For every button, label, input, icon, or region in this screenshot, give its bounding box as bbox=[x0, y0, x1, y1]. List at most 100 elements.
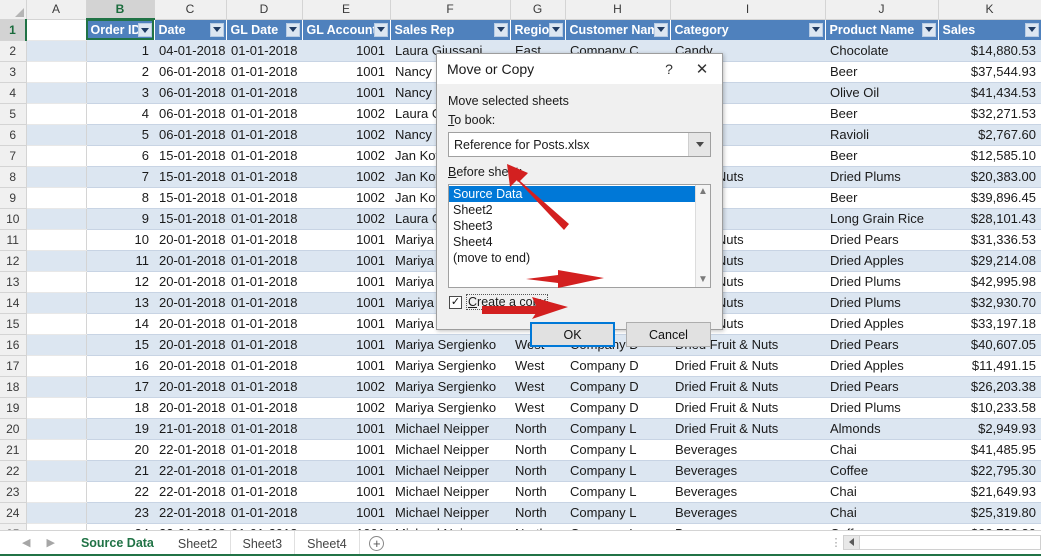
cell-sales[interactable]: $28,101.43 bbox=[938, 208, 1041, 230]
cell-sales[interactable]: $42,995.98 bbox=[938, 271, 1041, 293]
cancel-button[interactable]: Cancel bbox=[626, 322, 711, 347]
cell-date[interactable]: 22-01-2018 bbox=[154, 481, 226, 503]
cell-product[interactable]: Dried Plums bbox=[825, 292, 938, 314]
cell-gl_date[interactable]: 01-01-2018 bbox=[226, 250, 302, 272]
cell-sales[interactable]: $41,434.53 bbox=[938, 82, 1041, 104]
cell-date[interactable]: 20-01-2018 bbox=[154, 271, 226, 293]
cell-category[interactable]: Dried Fruit & Nuts bbox=[670, 397, 825, 419]
cell-date[interactable]: 20-01-2018 bbox=[154, 355, 226, 377]
cell-date[interactable]: 06-01-2018 bbox=[154, 103, 226, 125]
column-header-i[interactable]: I bbox=[670, 0, 826, 20]
cell-sales[interactable]: $25,319.80 bbox=[938, 502, 1041, 524]
row-header-4[interactable]: 4 bbox=[0, 82, 27, 104]
filter-dropdown-icon[interactable] bbox=[285, 22, 300, 37]
filter-dropdown-icon[interactable] bbox=[373, 22, 388, 37]
cell-gl_account[interactable]: 1001 bbox=[302, 355, 390, 377]
ok-button[interactable]: OK bbox=[530, 322, 615, 347]
column-filter-header-sales[interactable]: Sales bbox=[938, 19, 1041, 40]
cell-gl_date[interactable]: 01-01-2018 bbox=[226, 523, 302, 530]
cell-sales[interactable]: $20,383.00 bbox=[938, 166, 1041, 188]
cell-order_id[interactable]: 11 bbox=[86, 250, 154, 272]
cell-sales_rep[interactable]: Michael Neipper bbox=[390, 502, 510, 524]
cell-sales[interactable]: $41,485.95 bbox=[938, 439, 1041, 461]
cell-order_id[interactable]: 10 bbox=[86, 229, 154, 251]
cell-date[interactable]: 21-01-2018 bbox=[154, 418, 226, 440]
table-row[interactable]: 19 18 20-01-2018 01-01-2018 1002 Mariya Sergi… bbox=[0, 397, 1041, 419]
cell-sales[interactable]: $31,336.53 bbox=[938, 229, 1041, 251]
cell-date[interactable]: 20-01-2018 bbox=[154, 229, 226, 251]
cell-sales[interactable]: $2,767.60 bbox=[938, 124, 1041, 146]
sheet-list-item[interactable]: Source Data bbox=[449, 186, 695, 202]
table-row[interactable]: 20 19 21-01-2018 01-01-2018 1001 Michael Neip… bbox=[0, 418, 1041, 440]
cell-order_id[interactable]: 15 bbox=[86, 334, 154, 356]
sheet-tabs[interactable]: Source Data Sheet2 Sheet3 Sheet4 bbox=[68, 531, 360, 556]
cell-date[interactable]: 15-01-2018 bbox=[154, 208, 226, 230]
cell-sales[interactable]: $22,795.30 bbox=[938, 460, 1041, 482]
filter-dropdown-icon[interactable] bbox=[493, 22, 508, 37]
cell-gl_date[interactable]: 01-01-2018 bbox=[226, 313, 302, 335]
cell-gl_date[interactable]: 01-01-2018 bbox=[226, 292, 302, 314]
cell-product[interactable]: Beer bbox=[825, 187, 938, 209]
cell-a24[interactable] bbox=[26, 502, 87, 524]
cell-product[interactable]: Dried Plums bbox=[825, 271, 938, 293]
chevron-down-icon[interactable] bbox=[688, 133, 710, 156]
cell-order_id[interactable]: 14 bbox=[86, 313, 154, 335]
sheet-list-item[interactable]: Sheet2 bbox=[449, 202, 695, 218]
column-filter-header-gl-date[interactable]: GL Date bbox=[226, 19, 303, 40]
cell-product[interactable]: Almonds bbox=[825, 418, 938, 440]
row-header-25[interactable]: 25 bbox=[0, 523, 27, 530]
cell-gl_account[interactable]: 1002 bbox=[302, 208, 390, 230]
dialog-titlebar[interactable]: Move or Copy ? ✕ bbox=[437, 54, 722, 84]
row-header-7[interactable]: 7 bbox=[0, 145, 27, 167]
column-filter-header-category[interactable]: Category bbox=[670, 19, 826, 40]
sheet-tab-sheet2[interactable]: Sheet2 bbox=[165, 531, 231, 556]
cell-order_id[interactable]: 18 bbox=[86, 397, 154, 419]
cell-customer[interactable]: Company L bbox=[565, 439, 670, 461]
cell-region[interactable]: North bbox=[510, 523, 565, 530]
cell-sales[interactable]: $11,491.15 bbox=[938, 355, 1041, 377]
cell-gl_account[interactable]: 1001 bbox=[302, 292, 390, 314]
cell-product[interactable]: Coffee bbox=[825, 460, 938, 482]
row-header-14[interactable]: 14 bbox=[0, 292, 27, 314]
nav-next-icon[interactable]: ▶ bbox=[46, 538, 54, 549]
tab-nav-arrows[interactable]: ◀ ▶ bbox=[0, 531, 69, 556]
cell-date[interactable]: 20-01-2018 bbox=[154, 334, 226, 356]
row-header-19[interactable]: 19 bbox=[0, 397, 27, 419]
cell-customer[interactable]: Company L bbox=[565, 523, 670, 530]
row-header-15[interactable]: 15 bbox=[0, 313, 27, 335]
cell-a9[interactable] bbox=[26, 187, 87, 209]
column-filter-header-product-name[interactable]: Product Name bbox=[825, 19, 939, 40]
cell-gl_date[interactable]: 01-01-2018 bbox=[226, 355, 302, 377]
create-a-copy-row[interactable]: ✓ Create a copy bbox=[449, 294, 711, 310]
cell-sales[interactable]: $26,203.38 bbox=[938, 376, 1041, 398]
cell-product[interactable]: Dried Apples bbox=[825, 313, 938, 335]
cell-gl_account[interactable]: 1002 bbox=[302, 397, 390, 419]
cell-region[interactable]: West bbox=[510, 355, 565, 377]
column-header-e[interactable]: E bbox=[302, 0, 391, 20]
cell-gl_date[interactable]: 01-01-2018 bbox=[226, 124, 302, 146]
cell-date[interactable]: 22-01-2018 bbox=[154, 460, 226, 482]
cell-order_id[interactable]: 20 bbox=[86, 439, 154, 461]
cell-gl_account[interactable]: 1001 bbox=[302, 40, 390, 62]
table-row[interactable]: 17 16 20-01-2018 01-01-2018 1001 Mariya Sergi… bbox=[0, 355, 1041, 377]
cell-a18[interactable] bbox=[26, 376, 87, 398]
horizontal-scrollbar[interactable]: ⋮ bbox=[829, 532, 1041, 552]
scroll-grip-icon[interactable]: ⋮ bbox=[829, 536, 843, 549]
cell-order_id[interactable]: 13 bbox=[86, 292, 154, 314]
cell-gl_account[interactable]: 1002 bbox=[302, 376, 390, 398]
cell-a12[interactable] bbox=[26, 250, 87, 272]
cell-a7[interactable] bbox=[26, 145, 87, 167]
cell-category[interactable]: Beverages bbox=[670, 460, 825, 482]
cell-a25[interactable] bbox=[26, 523, 87, 530]
cell-category[interactable]: Dried Fruit & Nuts bbox=[670, 355, 825, 377]
row-header-1[interactable]: 1 bbox=[0, 19, 27, 41]
cell-date[interactable]: 20-01-2018 bbox=[154, 292, 226, 314]
cell-gl_date[interactable]: 01-01-2018 bbox=[226, 460, 302, 482]
help-icon[interactable]: ? bbox=[656, 61, 682, 77]
cell-gl_date[interactable]: 01-01-2018 bbox=[226, 208, 302, 230]
to-book-select[interactable]: Reference for Posts.xlsx bbox=[448, 132, 711, 157]
cell-category[interactable]: Beverages bbox=[670, 439, 825, 461]
cell-sales_rep[interactable]: Michael Neipper bbox=[390, 439, 510, 461]
cell-a2[interactable] bbox=[26, 40, 87, 62]
cell-gl_account[interactable]: 1001 bbox=[302, 439, 390, 461]
